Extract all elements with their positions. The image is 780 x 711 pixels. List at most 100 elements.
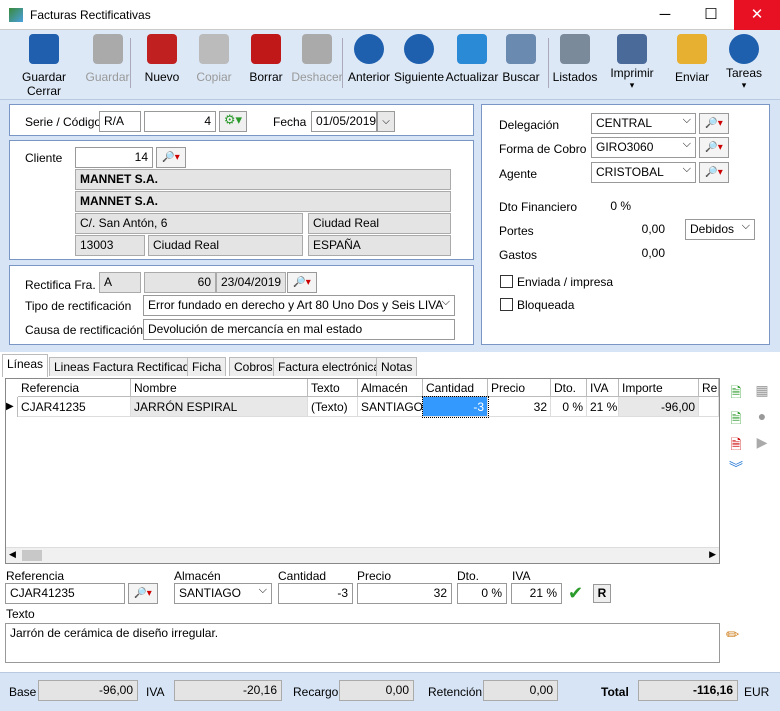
delete-line-icon[interactable]: 🗎	[727, 434, 745, 452]
delegacion-select[interactable]: CENTRAL	[591, 113, 696, 134]
totals-bar: Base -96,00 IVA -20,16 Recargo 0,00 Rete…	[0, 672, 780, 711]
tab-ficha[interactable]: Ficha	[187, 357, 227, 376]
buscar-button[interactable]: Buscar	[502, 34, 540, 84]
guardar-button[interactable]: Guardar	[85, 34, 130, 84]
insert-line-icon[interactable]: 🗎	[727, 408, 745, 426]
texto-textarea[interactable]: Jarrón de cerámica de diseño irregular.	[5, 623, 720, 663]
tab-lineas-factura-rectificada[interactable]: Lineas Factura Rectificada	[49, 357, 202, 376]
edit-ref-lookup-icon[interactable]: 🔎▾	[128, 583, 158, 604]
r-button[interactable]: R	[593, 584, 611, 603]
minimize-button[interactable]: ─	[642, 0, 688, 30]
column-header[interactable]: Cantidad	[423, 379, 488, 397]
fecha-input[interactable]: 01/05/2019	[311, 111, 377, 132]
tab-cobros[interactable]: Cobros	[229, 357, 278, 376]
column-header[interactable]: Referencia	[18, 379, 131, 397]
siguiente-button[interactable]: Siguiente	[394, 34, 444, 84]
close-button[interactable]: ✕	[734, 0, 780, 30]
toolbar-separator	[130, 38, 131, 88]
anterior-button[interactable]: Anterior	[345, 34, 393, 84]
causa-input[interactable]: Devolución de mercancía en mal estado	[143, 319, 455, 340]
cliente-code-input[interactable]: 14	[75, 147, 153, 168]
dto-input[interactable]: 0 %	[592, 197, 634, 215]
confirm-check-icon[interactable]: ✔	[568, 583, 583, 604]
edit-dto-input[interactable]: 0 %	[457, 583, 507, 604]
tipo-select[interactable]: Error fundado en derecho y Art 80 Uno Do…	[143, 295, 455, 316]
forma-select[interactable]: GIRO3060	[591, 137, 696, 158]
grid-cell[interactable]: -96,00	[619, 397, 699, 417]
tareas-button[interactable]: Tareas ▾	[724, 34, 764, 91]
enviar-button[interactable]: Enviar	[672, 34, 712, 84]
cliente-city: Ciudad Real	[308, 213, 451, 234]
forma-lookup-icon[interactable]: 🔎▾	[699, 137, 729, 158]
column-header[interactable]: Texto	[308, 379, 358, 397]
calendar-dropdown-icon[interactable]: ⌵	[377, 111, 395, 132]
column-header[interactable]: Re	[699, 379, 719, 397]
rectifica-label: Rectifica Fra.	[25, 278, 96, 292]
bloqueada-checkbox[interactable]	[500, 298, 513, 311]
borrar-button[interactable]: Borrar	[244, 34, 288, 84]
listados-button[interactable]: Listados	[551, 34, 599, 84]
serie-input[interactable]: R/A	[99, 111, 141, 132]
grid-cell[interactable]: 0 %	[551, 397, 587, 417]
search-icon	[506, 34, 536, 64]
bloqueada-label: Bloqueada	[517, 298, 575, 312]
cliente-label: Cliente	[25, 151, 63, 165]
grid-cell[interactable]: 32	[488, 397, 551, 417]
tab-líneas[interactable]: Líneas	[2, 354, 49, 377]
agente-select[interactable]: CRISTOBAL	[591, 162, 696, 183]
grid-cell[interactable]: SANTIAGO	[358, 397, 423, 417]
edit-cant-input[interactable]: -3	[278, 583, 353, 604]
column-header[interactable]: Precio	[488, 379, 551, 397]
grid-cell[interactable]: CJAR41235	[18, 397, 131, 417]
column-header[interactable]: Dto.	[551, 379, 587, 397]
cliente-lookup-icon[interactable]: 🔎▾	[156, 147, 186, 168]
base-label: Base	[9, 685, 37, 699]
tab-notas[interactable]: Notas	[376, 357, 418, 376]
column-header[interactable]: Importe	[619, 379, 699, 397]
rectifica-lookup-icon[interactable]: 🔎▾	[287, 272, 317, 293]
calculator-icon[interactable]: ▦	[753, 382, 771, 400]
horizontal-scrollbar[interactable]: ◀ ▶	[6, 547, 719, 563]
recargo-label: Recargo	[293, 685, 339, 699]
portes-input[interactable]: 0,00	[592, 220, 668, 238]
expand-down-icon[interactable]: ︾	[727, 458, 745, 476]
delegacion-lookup-icon[interactable]: 🔎▾	[699, 113, 729, 134]
pencil-icon[interactable]: ✏	[726, 625, 739, 645]
grid-cell[interactable]	[699, 397, 719, 417]
edit-alm-select[interactable]: SANTIAGO	[174, 583, 272, 604]
guardar-cerrar-button[interactable]: Guardar Cerrar	[4, 34, 84, 98]
toolbar-label: Deshacer	[291, 70, 343, 84]
agente-lookup-icon[interactable]: 🔎▾	[699, 162, 729, 183]
play-icon[interactable]: ▶	[753, 434, 771, 452]
nuevo-button[interactable]: Nuevo	[140, 34, 184, 84]
column-header[interactable]: Almacén	[358, 379, 423, 397]
add-line-icon[interactable]: 🗎	[727, 382, 745, 400]
agente-label: Agente	[499, 167, 538, 181]
column-header[interactable]: IVA	[587, 379, 619, 397]
edit-alm-label: Almacén	[174, 569, 221, 583]
rectifica-fecha: 23/04/2019	[216, 272, 286, 293]
edit-precio-input[interactable]: 32	[357, 583, 452, 604]
edit-iva-input[interactable]: 21 %	[511, 583, 562, 604]
grid-cell[interactable]: JARRÓN ESPIRAL	[131, 397, 308, 417]
tab-factura-electrónica[interactable]: Factura electrónica	[273, 357, 386, 376]
lines-grid: ▶ ◀ ▶ Referencia Nombre Texto Almacén Cantid…	[5, 378, 720, 564]
grid-cell[interactable]: 21 %	[587, 397, 619, 417]
deshacer-button[interactable]: Deshacer	[290, 34, 344, 84]
column-header[interactable]: Nombre	[131, 379, 308, 397]
group-icon[interactable]: ●	[753, 408, 771, 426]
imprimir-button[interactable]: Imprimir ▾	[608, 34, 656, 91]
edit-ref-input[interactable]: CJAR41235	[5, 583, 125, 604]
serie-label: Serie / Código	[25, 115, 102, 129]
undo-icon	[302, 34, 332, 64]
portes-tipo-select[interactable]: Debidos	[685, 219, 755, 240]
enviada-checkbox[interactable]	[500, 275, 513, 288]
grid-cell[interactable]: (Texto)	[308, 397, 358, 417]
gastos-input[interactable]: 0,00	[592, 244, 668, 262]
gear-icon[interactable]: ⚙▾	[219, 111, 247, 132]
codigo-input[interactable]: 4	[144, 111, 216, 132]
maximize-button[interactable]: ☐	[688, 0, 734, 30]
actualizar-button[interactable]: Actualizar	[445, 34, 499, 84]
copiar-button[interactable]: Copiar	[192, 34, 236, 84]
grid-cell[interactable]: -3	[422, 396, 489, 418]
